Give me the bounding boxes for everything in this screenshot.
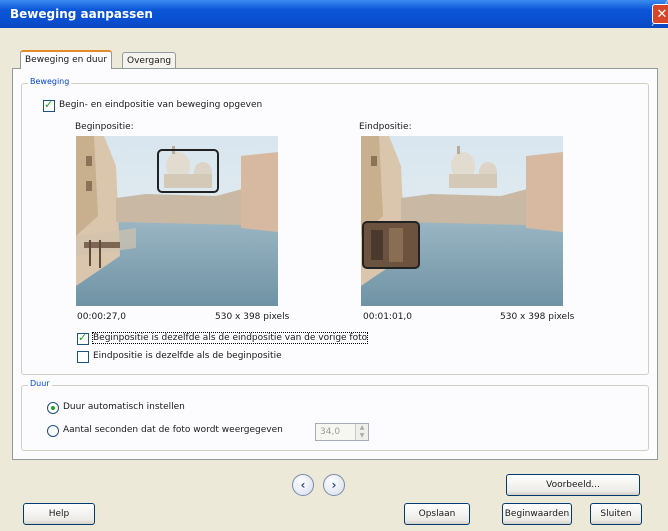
stepper-buttons[interactable]: ▲ ▼	[355, 424, 368, 440]
seconds-duration-radio[interactable]	[47, 425, 59, 437]
start-same-as-previous-label: Beginpositie is dezelfde als de eindposi…	[91, 332, 369, 344]
start-same-as-previous-checkbox[interactable]: ✓	[77, 331, 89, 345]
end-time: 00:01:01,0	[363, 312, 413, 322]
next-photo-button[interactable]: ›	[323, 474, 345, 496]
tab-overgang[interactable]: Overgang	[122, 52, 177, 69]
start-size: 530 x 398 pixels	[215, 312, 290, 322]
start-time: 00:00:27,0	[77, 312, 127, 322]
start-position-photo[interactable]	[76, 136, 278, 306]
tab-panel: Beweging ✓ Begin- en eindpositie van bew…	[12, 68, 658, 460]
close-icon: ✕	[656, 7, 668, 22]
end-size: 530 x 398 pixels	[500, 312, 575, 322]
defaults-button[interactable]: Beginwaarden	[502, 503, 572, 525]
close-button[interactable]: Sluiten	[590, 503, 642, 525]
duration-group-label: Duur	[28, 379, 52, 388]
radio-selected-dot	[51, 406, 55, 410]
end-position-photo[interactable]	[361, 136, 563, 306]
auto-duration-radio[interactable]	[47, 402, 59, 414]
seconds-stepper[interactable]: 34,0 ▲ ▼	[315, 423, 369, 441]
stepper-up-icon[interactable]: ▲	[356, 424, 368, 432]
tab-beweging-en-duur[interactable]: Beweging en duur	[20, 50, 113, 69]
save-button[interactable]: Opslaan	[404, 503, 470, 525]
duration-group: Duur	[21, 379, 649, 451]
dialog-window: Beweging aanpassen ✕ Beweging en duur Ov…	[0, 0, 668, 531]
chevron-right-icon: ›	[331, 478, 337, 492]
chevron-left-icon: ‹	[300, 478, 306, 492]
preview-button[interactable]: Voorbeeld...	[506, 474, 640, 496]
end-same-as-start-checkbox[interactable]	[77, 351, 89, 363]
end-position-label: Eindpositie:	[359, 122, 412, 132]
window-title: Beweging aanpassen	[10, 7, 153, 21]
auto-duration-label: Duur automatisch instellen	[63, 402, 185, 412]
seconds-duration-label: Aantal seconden dat de foto wordt weerge…	[63, 425, 283, 435]
title-bar[interactable]: Beweging aanpassen ✕	[0, 0, 668, 28]
previous-photo-button[interactable]: ‹	[292, 474, 314, 496]
motion-group-label: Beweging	[28, 77, 72, 86]
specify-motion-checkbox[interactable]: ✓	[43, 98, 55, 112]
checkmark-icon: ✓	[78, 331, 88, 344]
specify-motion-label: Begin- en eindpositie van beweging opgev…	[59, 100, 263, 110]
seconds-value: 34,0	[320, 427, 341, 437]
checkmark-icon: ✓	[44, 98, 54, 111]
end-same-as-start-label: Eindpositie is dezelfde als de beginposi…	[93, 351, 282, 361]
start-position-label: Beginpositie:	[75, 122, 134, 132]
help-button[interactable]: Help	[23, 503, 95, 525]
stepper-down-icon[interactable]: ▼	[356, 432, 368, 440]
close-window-button[interactable]: ✕	[652, 4, 668, 24]
